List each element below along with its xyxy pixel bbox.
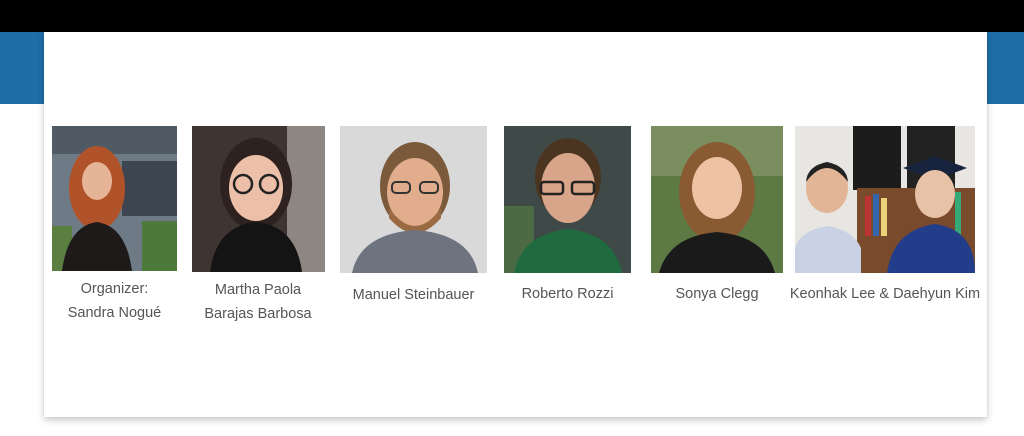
- caption-line-1: Organizer:: [80, 281, 149, 297]
- caption-line-1: Manuel Steinbauer: [352, 287, 475, 303]
- slide-card: Organizer: Sandra Nogué Martha Paola Bar…: [44, 32, 987, 417]
- caption-line-2: Sandra Nogué: [67, 305, 162, 321]
- caption-line-1: Keonhak Lee & Daehyun Kim: [789, 286, 981, 302]
- caption-line-2: Barajas Barbosa: [204, 306, 312, 322]
- caption-line-1: Roberto Rozzi: [521, 286, 614, 302]
- photo-sonya-clegg: [651, 126, 783, 273]
- left-accent-band: [0, 32, 44, 104]
- photo-roberto-rozzi: [504, 126, 631, 273]
- photo-keonhak-lee-daehyun-kim: [795, 126, 975, 273]
- photo-martha-barajas: [192, 126, 325, 272]
- top-bar: [0, 0, 1024, 32]
- photo-manuel-steinbauer: [340, 126, 487, 273]
- caption-line-1: Sonya Clegg: [675, 286, 759, 302]
- caption-line-1: Martha Paola: [214, 282, 302, 298]
- photo-sandra-nogue: [52, 126, 177, 271]
- right-accent-band: [987, 32, 1024, 104]
